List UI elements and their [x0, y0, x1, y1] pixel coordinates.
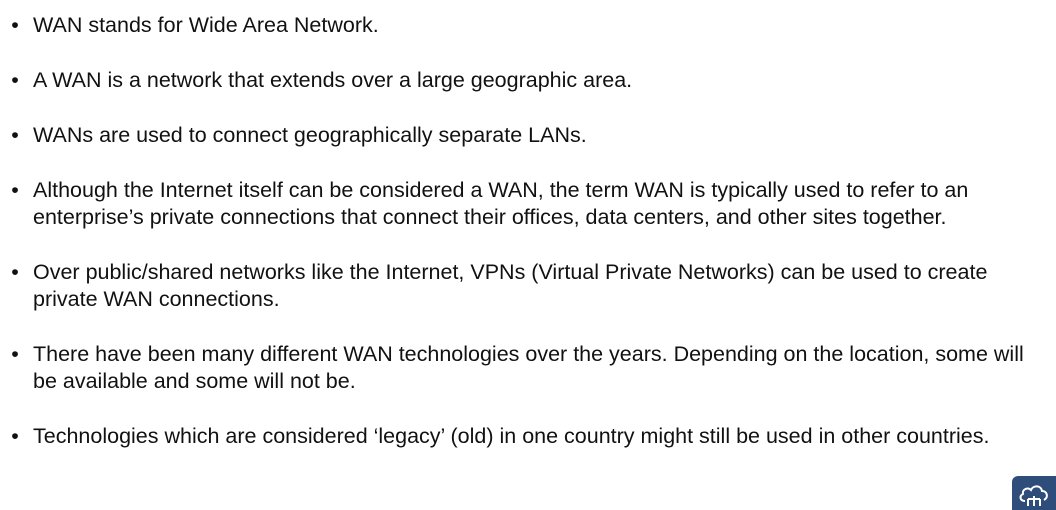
- bullet-item: • Over public/shared networks like the I…: [0, 259, 1056, 313]
- bullet-list: • WAN stands for Wide Area Network. • A …: [0, 12, 1056, 478]
- bullet-item: • Technologies which are considered ‘leg…: [0, 423, 1056, 450]
- bullet-text: There have been many different WAN techn…: [33, 342, 1024, 393]
- bullet-text: Over public/shared networks like the Int…: [33, 260, 988, 311]
- logo: [1012, 476, 1056, 510]
- cloud-network-icon: [1019, 485, 1048, 506]
- bullet-dot: •: [11, 178, 19, 202]
- bullet-text: WAN stands for Wide Area Network.: [33, 13, 379, 37]
- bullet-dot: •: [11, 424, 19, 448]
- bullet-dot: •: [11, 13, 19, 37]
- bullet-text: Technologies which are considered ‘legac…: [33, 424, 990, 448]
- slide: • WAN stands for Wide Area Network. • A …: [0, 0, 1056, 510]
- bullet-item: • There have been many different WAN tec…: [0, 341, 1056, 395]
- bullet-item: • A WAN is a network that extends over a…: [0, 67, 1056, 94]
- bullet-item: • WAN stands for Wide Area Network.: [0, 12, 1056, 39]
- bullet-text: WANs are used to connect geographically …: [33, 123, 587, 147]
- bullet-dot: •: [11, 260, 19, 284]
- bullet-text: A WAN is a network that extends over a l…: [33, 68, 633, 92]
- bullet-dot: •: [11, 342, 19, 366]
- bullet-item: • WANs are used to connect geographicall…: [0, 122, 1056, 149]
- bullet-dot: •: [11, 123, 19, 147]
- bullet-item: • Although the Internet itself can be co…: [0, 177, 1056, 231]
- bullet-dot: •: [11, 68, 19, 92]
- bullet-text: Although the Internet itself can be cons…: [33, 178, 969, 229]
